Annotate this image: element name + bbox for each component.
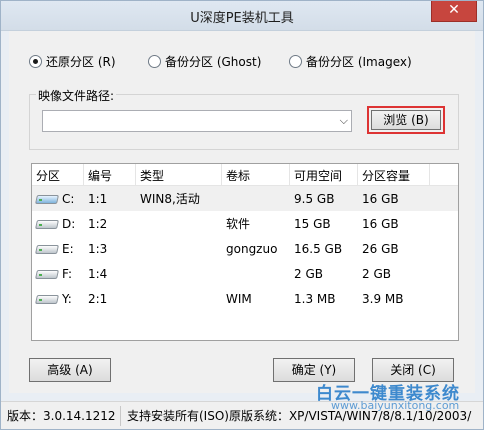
partition-table[interactable]: 分区 编号 类型 卷标 可用空间 分区容量 C: 1:1 WIN8,活动 9.5… — [31, 163, 459, 341]
radio-button[interactable] — [289, 55, 302, 68]
number-cell: 1:2 — [88, 216, 108, 231]
column-header[interactable]: 可用空间 — [290, 164, 358, 185]
drive-cell: Y: — [32, 286, 84, 311]
browse-button[interactable]: 浏览 (B) — [371, 110, 441, 130]
column-header[interactable]: 分区 — [32, 164, 84, 185]
size-cell: 2 GB — [362, 266, 391, 281]
type-cell — [136, 261, 222, 286]
column-header[interactable]: 卷标 — [222, 164, 290, 185]
image-path-group: 映像文件路径: ⌵ 浏览 (B) — [29, 87, 459, 150]
type-cell: WIN8,活动 — [140, 192, 200, 206]
drive-cell: F: — [32, 261, 84, 286]
radio-label: 备份分区 (Imagex) — [306, 55, 412, 69]
system-drive-icon — [35, 193, 59, 204]
image-path-combobox[interactable]: ⌵ — [42, 110, 352, 132]
app-window: U深度PE装机工具 ✕ 还原分区 (R) 备份分区 (Ghost) 备份分区 (… — [0, 0, 484, 430]
column-header[interactable]: 类型 — [136, 164, 222, 185]
size-cell: 16 GB — [362, 216, 399, 231]
client-area: 还原分区 (R) 备份分区 (Ghost) 备份分区 (Imagex) 映像文件… — [9, 31, 475, 393]
radio-label: 还原分区 (R) — [46, 55, 116, 69]
drive-cell: D: — [32, 211, 84, 236]
label-cell: 软件 — [226, 217, 251, 231]
free-cell: 16.5 GB — [294, 241, 343, 256]
radio-label: 备份分区 (Ghost) — [165, 55, 262, 69]
watermark-url: www.baiyunxitong.com — [331, 399, 460, 412]
type-cell — [136, 236, 222, 261]
drive-icon — [35, 268, 59, 279]
table-header: 分区 编号 类型 卷标 可用空间 分区容量 — [32, 164, 458, 186]
label-cell — [222, 261, 290, 286]
radio-button[interactable] — [29, 55, 42, 68]
size-cell: 26 GB — [362, 241, 399, 256]
column-header[interactable]: 编号 — [84, 164, 136, 185]
table-row[interactable]: F: 1:4 2 GB 2 GB — [32, 261, 458, 286]
advanced-button[interactable]: 高级 (A) — [29, 358, 111, 382]
drive-cell: C: — [32, 186, 84, 211]
label-cell: WIM — [226, 291, 252, 306]
label-cell: gongzuo — [226, 241, 278, 256]
drive-icon — [35, 218, 59, 229]
type-cell — [136, 211, 222, 236]
label-cell — [222, 186, 290, 211]
table-row[interactable]: D: 1:2 软件 15 GB 16 GB — [32, 211, 458, 236]
radio-backup-imagex[interactable]: 备份分区 (Imagex) — [289, 53, 412, 70]
number-cell: 1:1 — [88, 191, 108, 206]
image-path-label: 映像文件路径: — [36, 87, 117, 104]
number-cell: 2:1 — [88, 291, 108, 306]
table-row[interactable]: C: 1:1 WIN8,活动 9.5 GB 16 GB — [32, 186, 458, 211]
radio-backup-ghost[interactable]: 备份分区 (Ghost) — [148, 53, 261, 70]
drive-icon — [35, 243, 59, 254]
window-close-button[interactable]: ✕ — [431, 1, 477, 22]
radio-restore[interactable]: 还原分区 (R) — [29, 53, 116, 70]
free-cell: 1.3 MB — [294, 291, 336, 306]
type-cell — [136, 286, 222, 311]
chevron-down-icon[interactable]: ⌵ — [340, 114, 348, 128]
radio-button[interactable] — [148, 55, 161, 68]
size-cell: 3.9 MB — [362, 291, 404, 306]
free-cell: 2 GB — [294, 266, 323, 281]
window-title: U深度PE装机工具 — [190, 11, 294, 26]
drive-cell: E: — [32, 236, 84, 261]
size-cell: 16 GB — [362, 191, 399, 206]
table-row[interactable]: E: 1:3 gongzuo 16.5 GB 26 GB — [32, 236, 458, 261]
column-header[interactable]: 分区容量 — [358, 164, 430, 185]
title-bar[interactable]: U深度PE装机工具 ✕ — [1, 1, 483, 31]
number-cell: 1:4 — [88, 266, 108, 281]
browse-highlight: 浏览 (B) — [367, 106, 445, 134]
free-cell: 9.5 GB — [294, 191, 335, 206]
version-text: 版本：3.0.14.1212 — [1, 405, 121, 426]
number-cell: 1:3 — [88, 241, 108, 256]
free-cell: 15 GB — [294, 216, 331, 231]
drive-icon — [35, 293, 59, 304]
table-row[interactable]: Y: 2:1 WIM 1.3 MB 3.9 MB — [32, 286, 458, 311]
